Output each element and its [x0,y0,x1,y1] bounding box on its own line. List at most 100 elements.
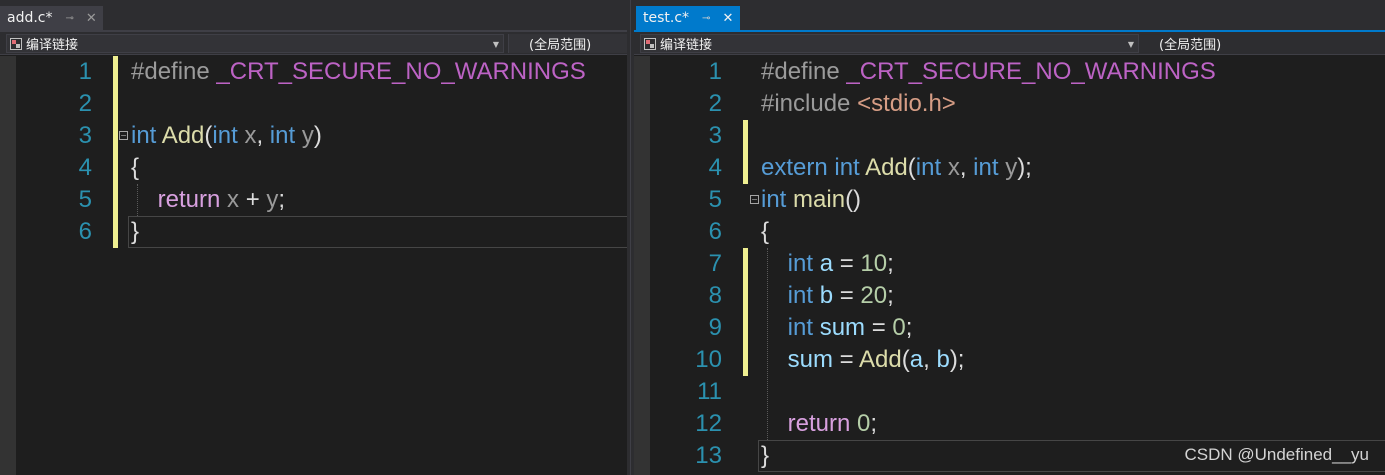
indent-guide [767,248,768,440]
code-line[interactable]: 2 #include <stdio.h> [634,88,1385,120]
line-number: 4 [708,154,722,181]
code-token: a [909,346,924,373]
code-text: int a = 10; [761,248,894,280]
close-icon[interactable]: ✕ [86,11,97,26]
code-line[interactable]: 9 int sum = 0; [634,312,1385,344]
line-number: 8 [708,282,722,309]
code-token: ( [907,154,916,181]
change-marker [113,152,118,184]
change-marker [743,120,748,152]
scope-dropdown[interactable]: (全局范围) [508,34,627,53]
close-icon[interactable]: ✕ [722,11,733,26]
code-token: { [131,154,140,181]
code-token: return [787,410,851,437]
collapse-icon[interactable]: − [750,195,759,204]
code-text: return x + y; [131,184,285,216]
scope-dropdown-label: (全局范围) [1159,38,1222,53]
code-line[interactable]: 12 return 0; [634,408,1385,440]
code-editor[interactable]: 1 #define _CRT_SECURE_NO_WARNINGS 2 #includ… [634,56,1385,475]
code-token: extern [761,154,828,181]
code-line[interactable]: 6{ [634,216,1385,248]
tab-strip: add.c* ⊸ ✕ [0,0,627,32]
code-token: int [787,250,814,277]
code-line[interactable]: 5 return x + y; [0,184,627,216]
code-token: ); [1017,154,1032,181]
code-line[interactable]: 3 [634,120,1385,152]
code-token: #define [761,58,847,85]
code-token: y [301,122,314,149]
chevron-down-icon: ▼ [1127,40,1134,49]
collapse-icon[interactable]: − [119,131,128,140]
scope-dropdown[interactable]: (全局范围) [1144,34,1385,53]
code-token: int [787,282,814,309]
code-line[interactable]: 1 #define _CRT_SECURE_NO_WARNINGS [634,56,1385,88]
code-token: = [833,250,861,277]
code-token: int [212,122,238,149]
code-text: { [131,152,139,184]
change-marker [113,56,118,88]
project-dropdown[interactable]: 编译链接 ▼ [6,34,504,53]
code-text: return 0; [761,408,877,440]
code-token: b [819,282,834,309]
code-token: int [269,122,296,149]
code-line[interactable]: 10 sum = Add(a, b); [634,344,1385,376]
code-token: ( [901,346,910,373]
code-token: () [845,186,862,213]
line-number: 5 [708,186,722,213]
code-line[interactable]: 3 − int Add(int x, int y) [0,120,627,152]
tab-add-c[interactable]: add.c* ⊸ ✕ [0,6,103,30]
code-line[interactable]: 8 int b = 20; [634,280,1385,312]
code-token: 0 [892,314,906,341]
code-line[interactable]: 7 int a = 10; [634,248,1385,280]
change-marker [113,120,118,152]
code-token: _CRT_SECURE_NO_WARNINGS [846,58,1216,85]
code-line[interactable]: 4 extern int Add(int x, int y); [634,152,1385,184]
line-number: 4 [78,154,92,181]
code-token: , [256,122,270,149]
editor-pane-test-c: test.c* ⊸ ✕ 编译链接 ▼ (全局范围) 1 #define _CRT_… [634,0,1385,475]
pane-splitter[interactable] [627,0,634,475]
code-token: Add [161,122,205,149]
code-editor[interactable]: 1 #define _CRT_SECURE_NO_WARNINGS 2 3 − int A… [0,56,627,475]
project-icon [644,37,656,50]
indent-guide [137,184,138,216]
code-token: , [959,154,974,181]
code-line[interactable]: 2 [0,88,627,120]
code-token: main [793,186,846,213]
editor-pane-add-c: add.c* ⊸ ✕ 编译链接 ▼ (全局范围) 1 #define _CRT_S… [0,0,627,475]
code-text: sum = Add(a, b); [761,344,965,376]
code-token: x [227,186,240,213]
watermark: CSDN @Undefined__yu [1184,445,1369,464]
code-token: ; [870,410,878,437]
code-token: a [819,250,834,277]
code-line[interactable]: 5 − int main() [634,184,1385,216]
line-number: 13 [695,442,722,469]
tab-test-c[interactable]: test.c* ⊸ ✕ [636,6,740,30]
line-number: 3 [78,122,92,149]
project-dropdown-label: 编译链接 [660,38,713,53]
code-line[interactable]: 1 #define _CRT_SECURE_NO_WARNINGS [0,56,627,88]
project-dropdown[interactable]: 编译链接 ▼ [640,34,1139,53]
line-number: 9 [708,314,722,341]
line-number: 10 [695,346,722,373]
line-number: 7 [708,250,722,277]
line-number: 3 [708,122,722,149]
scope-dropdown-label: (全局范围) [529,38,592,53]
code-token: int [915,154,942,181]
project-dropdown-label: 编译链接 [26,38,79,53]
code-token: sum [819,314,866,341]
code-line[interactable]: 4{ [0,152,627,184]
change-marker [743,312,748,344]
code-text: #define _CRT_SECURE_NO_WARNINGS [131,56,586,88]
pin-icon[interactable]: ⊸ [66,13,74,24]
code-line[interactable]: 11 [634,376,1385,408]
code-text: #include <stdio.h> [761,88,956,120]
code-text: int sum = 0; [761,312,913,344]
pin-icon[interactable]: ⊸ [702,13,710,24]
code-token: x [244,122,257,149]
